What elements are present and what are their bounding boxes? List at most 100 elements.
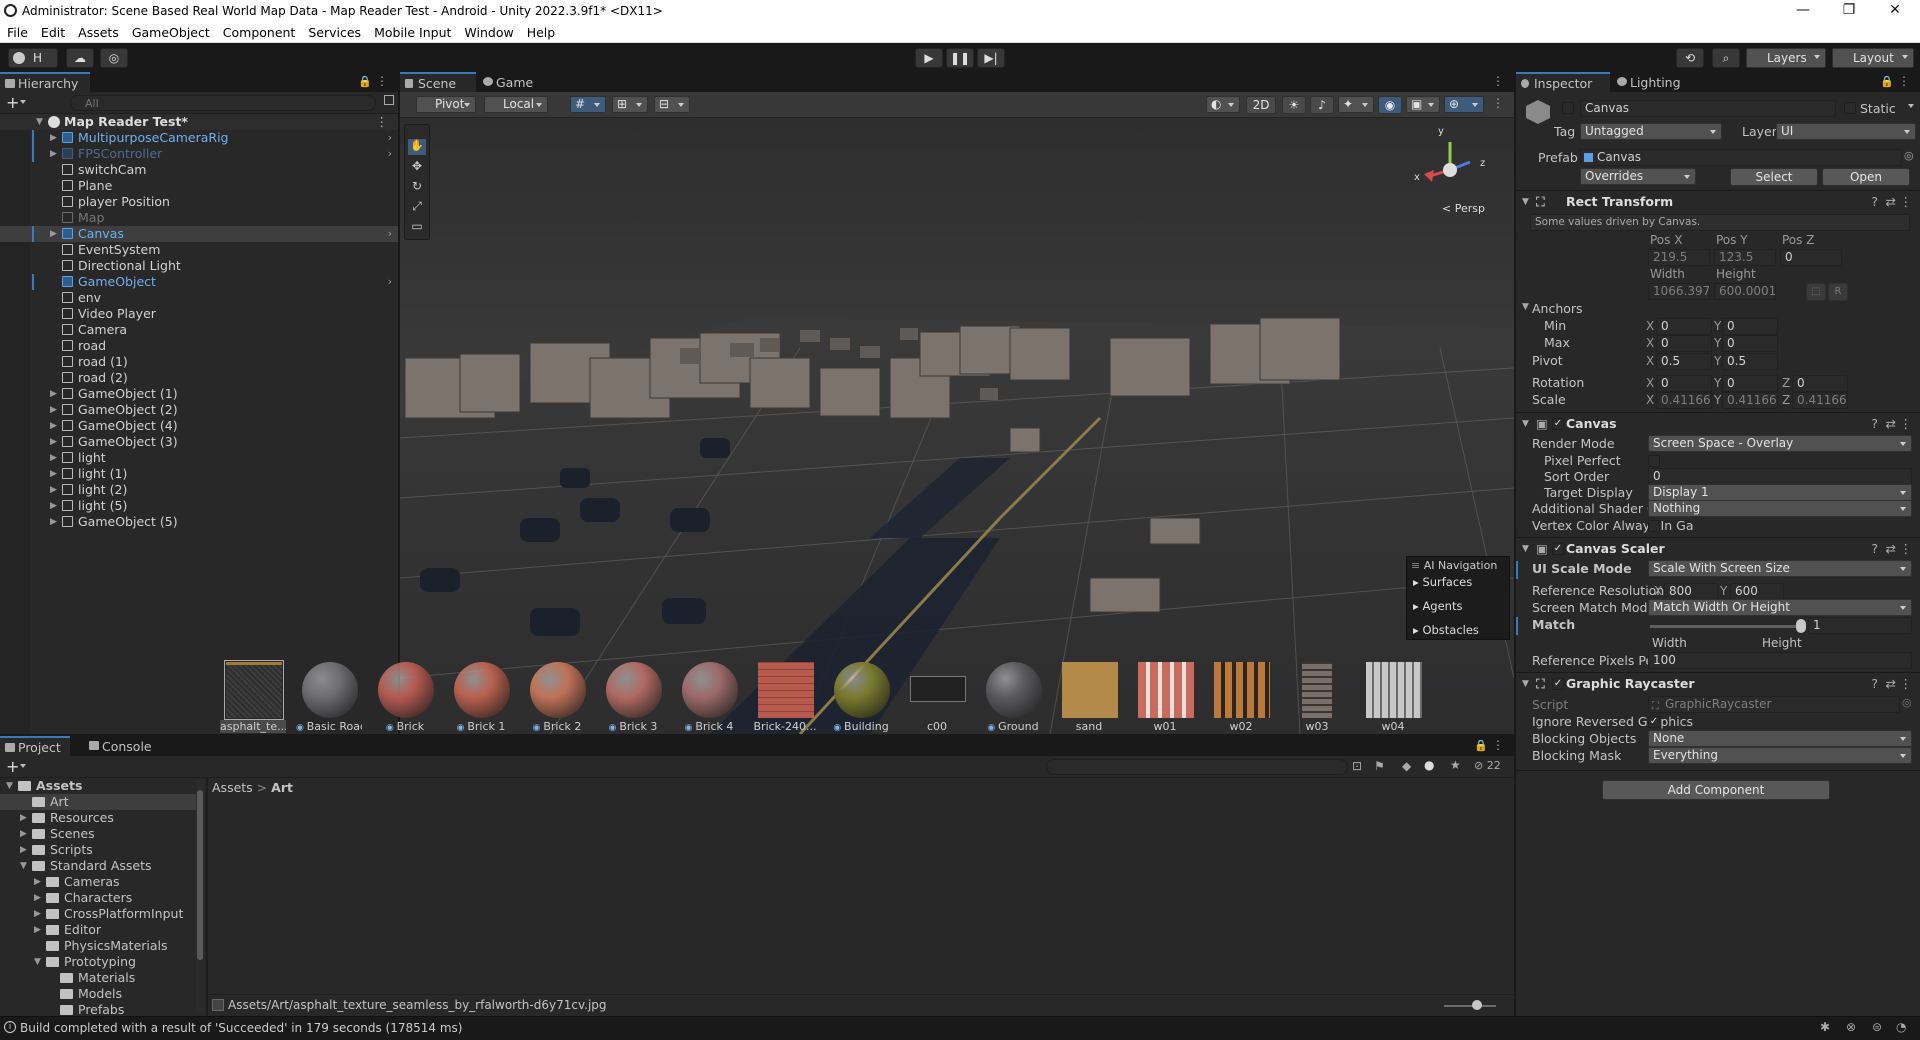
orientation-gizmo[interactable]: y x z < Persp <box>1410 126 1494 228</box>
hierarchy-item[interactable]: switchCam <box>0 162 398 178</box>
filter-icon[interactable] <box>384 95 394 105</box>
project-folder-item[interactable]: PhysicsMaterials <box>0 938 196 954</box>
hierarchy-item[interactable]: road (2) <box>0 370 398 386</box>
scale-tool-icon[interactable]: ⤢ <box>408 199 426 215</box>
breadcrumb-art[interactable]: Art <box>271 780 293 795</box>
add-component-button[interactable]: Add Component <box>1602 780 1830 800</box>
move-tool-icon[interactable]: ✥ <box>408 159 426 175</box>
create-dropdown-icon[interactable] <box>20 764 26 768</box>
layers-dropdown[interactable]: Layers <box>1746 48 1826 68</box>
raycaster-fold-icon[interactable]: ▼ <box>1522 673 1529 695</box>
network-icon[interactable]: ⊜ <box>1872 1020 1882 1034</box>
hierarchy-item[interactable]: ▶ light (1) <box>0 466 398 482</box>
breadcrumb-assets[interactable]: Assets <box>212 780 253 795</box>
open-prefab-icon[interactable]: › <box>388 146 392 162</box>
ai-nav-obstacles[interactable]: ▸ Obstacles <box>1413 623 1479 637</box>
asset-item[interactable]: ◉ Brick 2 <box>524 662 590 733</box>
scaler-menu-icon[interactable]: ⋮ <box>1900 538 1913 560</box>
scaler-preset-icon[interactable]: ⇄ <box>1886 538 1896 560</box>
open-prefab-icon[interactable]: › <box>388 130 392 146</box>
canvas-menu-icon[interactable]: ⋮ <box>1900 413 1913 435</box>
asset-item[interactable]: ◉ Basic Road <box>296 662 362 733</box>
collab-button[interactable]: ◎ <box>100 48 128 68</box>
static-checkbox[interactable] <box>1844 102 1856 114</box>
scene-toolbar-more-icon[interactable]: ⋮ <box>1492 96 1504 110</box>
hierarchy-item[interactable]: ▶ GameObject (1) <box>0 386 398 402</box>
hierarchy-item[interactable]: GameObject › <box>0 274 398 290</box>
overrides-dropdown[interactable]: Overrides <box>1580 168 1696 185</box>
history-button[interactable]: ⟲ <box>1676 48 1704 68</box>
rotation-y-field[interactable]: 0 <box>1722 375 1778 392</box>
reference-x-field[interactable]: 800 <box>1664 583 1718 600</box>
fold-closed-icon[interactable]: ▶ <box>20 826 27 842</box>
canvas-header[interactable]: ▼ ▣ ✓ Canvas ? ⇄ ⋮ <box>1516 412 1920 434</box>
project-folder-item[interactable]: ▶ Scripts <box>0 842 196 858</box>
match-slider-track[interactable] <box>1650 625 1800 628</box>
raycaster-menu-icon[interactable]: ⋮ <box>1900 673 1913 695</box>
fold-icon[interactable]: ▼ <box>1522 191 1529 213</box>
hierarchy-item[interactable]: road <box>0 338 398 354</box>
pivot-x-field[interactable]: 0.5 <box>1656 353 1712 370</box>
search-by-label-icon[interactable]: ⚑ <box>1374 759 1385 773</box>
anchor-min-x-field[interactable]: 0 <box>1656 318 1712 335</box>
preset-icon[interactable]: ⇄ <box>1886 191 1896 213</box>
project-folder-item[interactable]: Models <box>0 986 196 1002</box>
asset-item[interactable]: w04 <box>1360 662 1426 733</box>
more-icon[interactable]: ⋮ <box>376 74 388 88</box>
asset-item[interactable]: asphalt_te... <box>220 660 286 733</box>
toggle-2d-button[interactable]: 2D <box>1246 96 1276 114</box>
audio-toggle[interactable]: ♪ <box>1310 96 1334 114</box>
project-folder-item[interactable]: ▶ Resources <box>0 810 196 826</box>
project-folder-item[interactable]: ▶ Scenes <box>0 826 196 842</box>
ignore-reversed-checkbox[interactable]: ✓ <box>1648 716 1660 728</box>
hand-tool-icon[interactable]: ✋ <box>408 139 426 155</box>
lock-icon[interactable]: 🔒 <box>358 75 372 88</box>
project-folder-item[interactable]: Prefabs <box>0 1002 196 1016</box>
layer-dropdown[interactable]: UI <box>1776 123 1916 140</box>
prefab-field[interactable]: Canvas <box>1580 149 1902 166</box>
graphic-raycaster-header[interactable]: ▼ ⛶ ✓ Graphic Raycaster ? ⇄ ⋮ <box>1516 672 1920 694</box>
info-filter-icon[interactable]: ● <box>1424 758 1434 772</box>
anchor-min-y-field[interactable]: 0 <box>1722 318 1778 335</box>
lighting-toggle[interactable]: ☀ <box>1282 96 1306 114</box>
menu-window[interactable]: Window <box>457 22 519 40</box>
project-folder-item[interactable]: ▶ Editor <box>0 922 196 938</box>
asset-item[interactable]: ◉ Building <box>828 662 894 733</box>
grid-snap-dropdown[interactable]: # <box>570 96 606 113</box>
fold-closed-icon[interactable]: ▶ <box>34 874 41 890</box>
vertex-color-checkbox[interactable] <box>1648 520 1660 532</box>
fold-open-icon[interactable]: ▼ <box>6 778 13 794</box>
tag-dropdown[interactable]: Untagged <box>1580 123 1722 140</box>
fold-closed-icon[interactable]: ▶ <box>50 386 57 402</box>
project-folder-item[interactable]: ▼ Assets <box>0 778 196 794</box>
minimize-button[interactable]: — <box>1780 0 1826 22</box>
asset-item[interactable]: w03 <box>1284 662 1350 733</box>
scene-menu-icon[interactable]: ⋮ <box>376 114 389 130</box>
ppu-field[interactable]: 100 <box>1648 652 1912 669</box>
posz-field[interactable]: 0 <box>1780 249 1842 266</box>
hierarchy-item[interactable]: Video Player <box>0 306 398 322</box>
cloud-button[interactable]: ☁ <box>66 48 94 68</box>
project-more-icon[interactable]: ⋮ <box>1492 738 1504 752</box>
hierarchy-item[interactable]: ▶ GameObject (2) <box>0 402 398 418</box>
pixel-perfect-checkbox[interactable] <box>1648 455 1660 467</box>
fold-closed-icon[interactable]: ▶ <box>20 810 27 826</box>
menu-services[interactable]: Services <box>301 22 367 40</box>
project-lock-icon[interactable]: 🔒 <box>1474 739 1488 752</box>
match-field[interactable]: 1 <box>1808 617 1912 634</box>
visibility-toggle[interactable]: ◉ <box>1378 96 1402 114</box>
hierarchy-item[interactable]: ▶ light (5) <box>0 498 398 514</box>
pause-button[interactable]: ❚❚ <box>946 48 974 68</box>
project-folder-item[interactable]: ▼ Prototyping <box>0 954 196 970</box>
render-mode-dropdown[interactable]: Screen Space - Overlay <box>1648 435 1912 452</box>
fold-closed-icon[interactable]: ▶ <box>50 146 57 162</box>
project-folder-item[interactable]: ▶ Characters <box>0 890 196 906</box>
scaler-fold-icon[interactable]: ▼ <box>1522 538 1529 560</box>
hierarchy-item[interactable]: Camera <box>0 322 398 338</box>
hierarchy-item[interactable]: Plane <box>0 178 398 194</box>
tab-inspector[interactable]: Inspector <box>1516 72 1610 92</box>
favorite-icon[interactable]: ★ <box>1450 758 1461 772</box>
menu-mobile-input[interactable]: Mobile Input <box>367 22 457 40</box>
tab-console[interactable]: Console <box>84 736 164 756</box>
rotation-z-field[interactable]: 0 <box>1792 375 1848 392</box>
